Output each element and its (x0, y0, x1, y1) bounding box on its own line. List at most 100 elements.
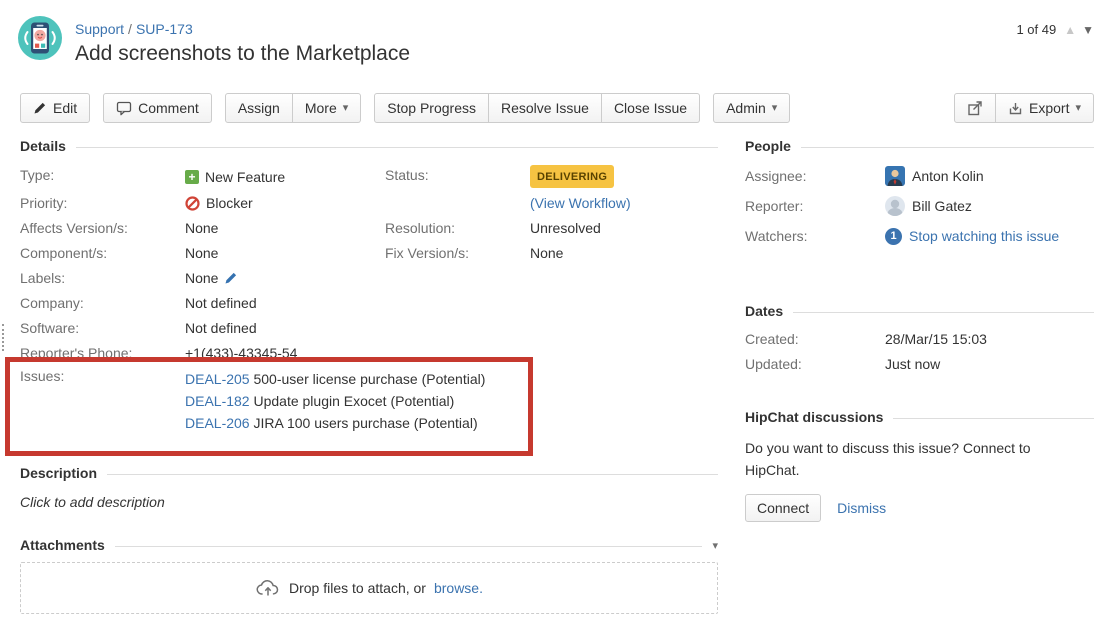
comment-button[interactable]: Comment (103, 93, 212, 123)
pencil-icon (33, 101, 47, 115)
comment-bubble-icon (116, 101, 132, 116)
issue-link[interactable]: DEAL-182 (185, 393, 250, 409)
dates-heading-label: Dates (745, 303, 783, 319)
close-issue-button[interactable]: Close Issue (602, 93, 700, 123)
new-feature-icon: + (185, 170, 199, 184)
stop-watching-link[interactable]: Stop watching this issue (909, 228, 1059, 244)
fix-version-label: Fix Version/s: (385, 243, 530, 263)
software-label: Software: (20, 318, 185, 338)
created-value: 28/Mar/15 15:03 (885, 331, 987, 347)
updated-label: Updated: (745, 356, 885, 372)
share-icon (967, 100, 983, 116)
issue-summary: Update plugin Exocet (Potential) (253, 393, 454, 409)
linked-issues-list: DEAL-205 500-user license purchase (Pote… (185, 368, 485, 434)
reporter-phone-value: +1(433)-43345-54 (185, 343, 297, 363)
hipchat-section: HipChat discussions Do you want to discu… (745, 409, 1094, 522)
cloud-upload-icon (255, 577, 281, 599)
people-section-heading: People (745, 138, 1094, 154)
reporter-label: Reporter: (745, 198, 885, 214)
priority-value: Blocker (206, 193, 253, 213)
panel-grip-handle[interactable] (2, 324, 4, 351)
assignee-avatar (885, 166, 905, 186)
issue-summary: 500-user license purchase (Potential) (253, 371, 485, 387)
description-section-heading: Description (20, 465, 718, 481)
main-column: Details Type: + New Feature Status: DELI… (20, 138, 718, 614)
reporter-name: Bill Gatez (912, 198, 972, 214)
view-workflow-link[interactable]: (View Workflow) (530, 195, 631, 211)
more-button[interactable]: More ▾ (293, 93, 361, 123)
hipchat-connect-button[interactable]: Connect (745, 494, 821, 522)
blocker-icon (185, 196, 200, 211)
assignee-name-link[interactable]: Anton Kolin (912, 168, 984, 184)
reporter-avatar (885, 196, 905, 216)
export-download-icon (1008, 101, 1023, 116)
share-button[interactable] (954, 93, 996, 123)
heading-rule (801, 147, 1094, 148)
breadcrumb-separator: / (128, 21, 132, 37)
people-heading-label: People (745, 138, 791, 154)
type-value: New Feature (205, 167, 285, 187)
jira-issue-page: Support/SUP-173 Add screenshots to the M… (0, 0, 1112, 635)
affects-version-label: Affects Version/s: (20, 218, 185, 238)
comment-button-label: Comment (138, 100, 199, 116)
type-label: Type: (20, 165, 185, 188)
pager-position: 1 of 49 (1016, 22, 1056, 37)
reporter-phone-label: Reporter's Phone: (20, 343, 185, 363)
heading-rule (76, 147, 718, 148)
watchers-count-badge[interactable]: 1 (885, 228, 902, 245)
dropzone-text: Drop files to attach, or (289, 580, 426, 596)
hipchat-dismiss-link[interactable]: Dismiss (837, 500, 886, 516)
project-avatar (18, 16, 62, 60)
list-item: DEAL-206 JIRA 100 users purchase (Potent… (185, 412, 485, 434)
details-heading-label: Details (20, 138, 66, 154)
heading-rule (107, 474, 718, 475)
assign-button[interactable]: Assign (225, 93, 293, 123)
stop-progress-button[interactable]: Stop Progress (374, 93, 489, 123)
issue-summary: JIRA 100 users purchase (Potential) (253, 415, 477, 431)
pager-previous-icon[interactable]: ▲ (1064, 23, 1076, 37)
attachments-collapse-icon[interactable]: ▾ (712, 539, 718, 552)
breadcrumb-project-link[interactable]: Support (75, 21, 124, 37)
issue-toolbar: Edit Comment Assign More ▾ Stop Progress (20, 93, 1094, 123)
labels-label: Labels: (20, 268, 185, 288)
company-value: Not defined (185, 293, 257, 313)
edit-labels-pencil-icon[interactable] (224, 271, 238, 285)
edit-button-label: Edit (53, 100, 77, 116)
pager-next-icon[interactable]: ▼ (1082, 23, 1094, 37)
watchers-label: Watchers: (745, 228, 885, 244)
status-badge: DELIVERING (530, 165, 614, 188)
software-value: Not defined (185, 318, 257, 338)
issue-link[interactable]: DEAL-206 (185, 415, 250, 431)
dates-section: Dates Created: 28/Mar/15 15:03 Updated: … (745, 303, 1094, 372)
export-button-label: Export (1029, 100, 1069, 116)
details-rows: Type: + New Feature Status: DELIVERING P… (20, 165, 718, 434)
attachment-dropzone[interactable]: Drop files to attach, or browse. (20, 562, 718, 614)
chevron-down-icon: ▾ (1075, 103, 1081, 114)
description-placeholder[interactable]: Click to add description (20, 494, 718, 510)
labels-value: None (185, 268, 218, 288)
browse-link[interactable]: browse. (434, 580, 483, 596)
hipchat-heading-label: HipChat discussions (745, 409, 883, 425)
list-item: DEAL-182 Update plugin Exocet (Potential… (185, 390, 485, 412)
issues-label: Issues: (20, 368, 185, 434)
more-button-label: More (305, 100, 337, 116)
sidebar-column: People Assignee: Anton Kolin Reporter: (745, 138, 1094, 522)
export-button[interactable]: Export ▾ (996, 93, 1094, 123)
status-label: Status: (385, 165, 530, 188)
stop-progress-label: Stop Progress (387, 100, 476, 116)
issue-link[interactable]: DEAL-205 (185, 371, 250, 387)
hipchat-section-heading: HipChat discussions (745, 409, 1094, 425)
close-issue-label: Close Issue (614, 100, 687, 116)
affects-version-value: None (185, 218, 218, 238)
edit-button[interactable]: Edit (20, 93, 90, 123)
component-value: None (185, 243, 218, 263)
priority-label: Priority: (20, 193, 185, 213)
resolve-issue-button[interactable]: Resolve Issue (489, 93, 602, 123)
resolution-value: Unresolved (530, 218, 718, 238)
admin-button-label: Admin (726, 100, 766, 116)
resolution-label: Resolution: (385, 218, 530, 238)
company-label: Company: (20, 293, 185, 313)
heading-rule (793, 312, 1094, 313)
admin-button[interactable]: Admin ▾ (713, 93, 790, 123)
breadcrumb-issue-key-link[interactable]: SUP-173 (136, 21, 193, 37)
